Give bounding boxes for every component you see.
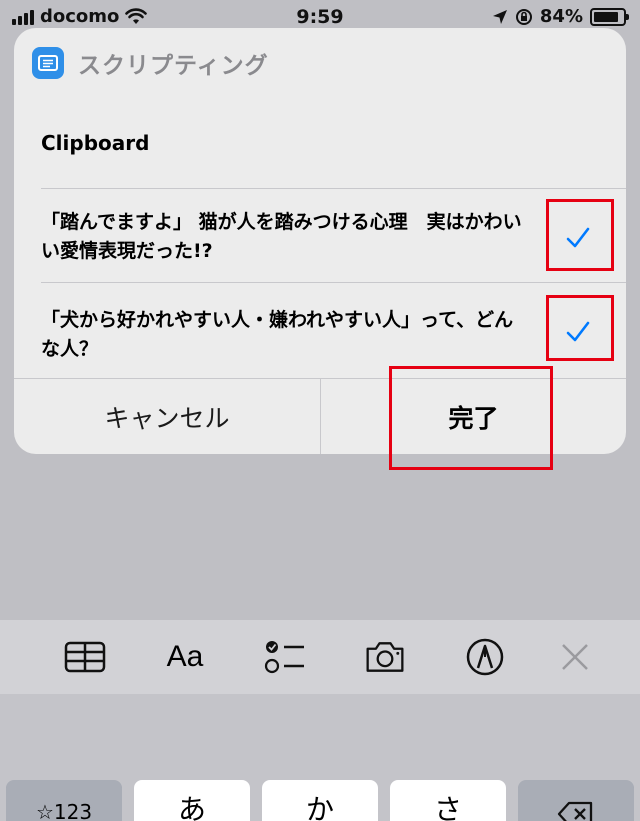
rotation-lock-icon [515, 8, 532, 25]
battery-fill [594, 11, 618, 22]
dialog-header: スクリプティング [32, 46, 269, 80]
clipboard-item-text: 「犬から好かれやすい人・嫌われやすい人」って、どんな人？ [41, 309, 514, 360]
done-button[interactable]: 完了 [320, 379, 626, 454]
camera-icon[interactable] [364, 637, 406, 677]
clipboard-item-text: 「踏んでますよ」 猫が人を踏みつける心理 実はかわいい愛情表現だった!? [41, 211, 522, 262]
checkmark-icon[interactable] [564, 318, 592, 346]
status-right: 84% [492, 6, 629, 27]
clipboard-item-2[interactable]: 「犬から好かれやすい人・嫌われやすい人」って、どんな人？ [41, 306, 531, 364]
close-icon[interactable] [554, 637, 596, 677]
delete-key[interactable] [518, 780, 634, 821]
key-sa[interactable]: さ [390, 780, 506, 821]
scripting-app-icon [32, 47, 64, 79]
key-a[interactable]: あ [134, 780, 250, 821]
keyboard: ☆123 あ か さ [0, 694, 640, 821]
dialog-buttons: キャンセル 完了 [14, 378, 626, 454]
checkmark-icon[interactable] [564, 224, 592, 252]
table-icon[interactable] [64, 637, 106, 677]
app-title: スクリプティング [78, 53, 269, 79]
clipboard-item-1[interactable]: 「踏んでますよ」 猫が人を踏みつける心理 実はかわいい愛情表現だった!? [41, 208, 531, 266]
checklist-icon[interactable] [264, 637, 306, 677]
delete-icon [557, 801, 593, 821]
text-format-icon[interactable]: Aa [164, 637, 206, 677]
divider [41, 188, 626, 189]
section-title: Clipboard [41, 131, 150, 155]
share-dialog: スクリプティング Clipboard 「踏んでますよ」 猫が人を踏みつける心理 … [14, 28, 626, 454]
key-ka[interactable]: か [262, 780, 378, 821]
location-arrow-icon [492, 9, 507, 24]
divider [41, 282, 626, 283]
markup-pen-icon[interactable] [464, 637, 506, 677]
battery-icon [590, 7, 629, 26]
notes-toolbar: Aa [0, 620, 640, 694]
key-numbers[interactable]: ☆123 [6, 780, 122, 821]
battery-percent: 84% [539, 6, 583, 27]
cancel-button[interactable]: キャンセル [14, 379, 320, 454]
